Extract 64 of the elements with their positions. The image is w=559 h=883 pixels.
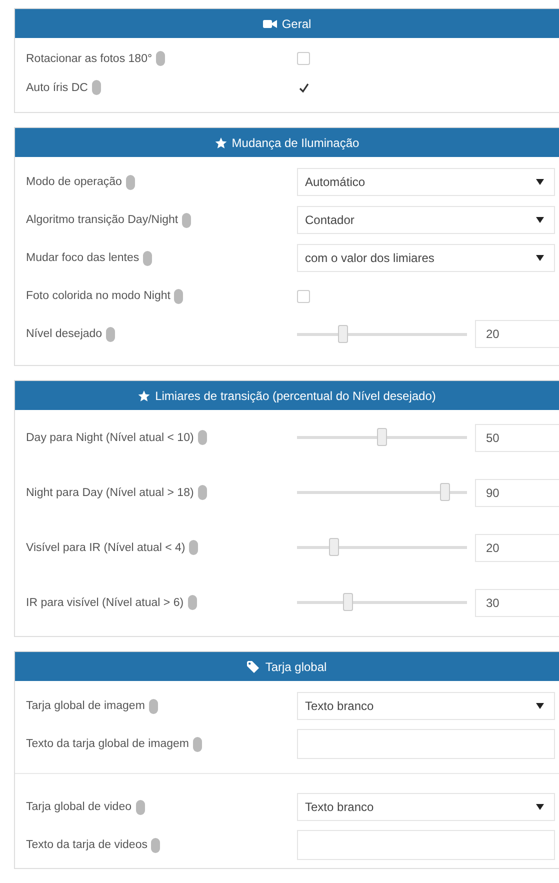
checkbox[interactable]	[297, 81, 310, 94]
help-icon	[188, 595, 197, 610]
dropdown[interactable]: Texto branco	[297, 793, 555, 821]
section-title: Mudança de Iluminação	[232, 136, 360, 150]
field-label: Rotacionar as fotos 180°	[26, 52, 152, 64]
field-label: Day para Night (Nível atual < 10)	[26, 432, 194, 444]
help-icon	[189, 540, 198, 555]
help-icon	[182, 212, 192, 228]
dropdown[interactable]: Contador	[297, 206, 555, 234]
field-label: Night para Day (Nível atual > 18)	[26, 486, 194, 498]
field-label: IR para visível (Nível atual > 6)	[26, 596, 184, 608]
number-field[interactable]: 20	[475, 534, 559, 562]
caret-icon	[536, 217, 544, 223]
caret-icon	[536, 255, 544, 261]
help-icon	[126, 174, 135, 190]
help-icon	[148, 698, 158, 714]
slider-thumb[interactable]	[343, 593, 353, 611]
section-title: Geral	[282, 16, 312, 30]
field-label: Modo de operação	[26, 176, 122, 188]
field-label: Texto da tarja de videos	[26, 839, 148, 851]
star-icon	[138, 390, 150, 402]
help-icon	[136, 800, 144, 814]
number-field[interactable]: 90	[475, 478, 559, 506]
check-icon	[298, 82, 308, 92]
checkbox[interactable]	[297, 290, 310, 302]
field-label: Tarja global de imagem	[26, 700, 145, 712]
field-label: Visível para IR (Nível atual < 4)	[26, 542, 186, 554]
number-field[interactable]: 50	[475, 424, 559, 452]
slider-thumb[interactable]	[377, 428, 387, 446]
slider-thumb[interactable]	[338, 324, 348, 342]
help-icon	[106, 326, 116, 342]
help-icon	[193, 736, 202, 752]
section-title: Limiares de transição (percentual do Nível desejado)	[155, 388, 436, 402]
caret-icon	[536, 179, 544, 185]
tag-icon	[247, 660, 260, 672]
help-icon	[174, 288, 184, 304]
field-label: Mudar foco das lentes	[26, 252, 140, 264]
dropdown[interactable]: Automático	[297, 168, 555, 196]
help-icon	[198, 485, 207, 500]
number-field[interactable]: 30	[475, 588, 559, 616]
field-label: Foto colorida no modo Night	[26, 290, 170, 302]
input-field[interactable]	[297, 729, 555, 759]
help-icon	[151, 838, 160, 852]
star-icon	[214, 136, 227, 148]
input-field[interactable]	[297, 830, 555, 860]
number-field[interactable]: 20	[475, 320, 559, 348]
caret-icon	[536, 804, 544, 810]
video-camera-icon	[262, 18, 277, 28]
slider-thumb[interactable]	[329, 538, 340, 556]
dropdown[interactable]: Texto branco	[297, 692, 555, 720]
section-title: Tarja global	[265, 660, 327, 674]
slider-thumb[interactable]	[440, 483, 450, 501]
help-icon	[198, 430, 207, 445]
field-label: Auto íris DC	[26, 82, 88, 94]
field-label: Texto da tarja global de imagem	[26, 738, 190, 750]
help-icon	[143, 250, 152, 266]
caret-icon	[536, 703, 544, 709]
help-icon	[156, 51, 166, 66]
field-label: Tarja global de video	[26, 801, 132, 813]
dropdown[interactable]: com o valor dos limiares	[297, 244, 555, 272]
help-icon	[92, 80, 101, 95]
field-label: Algoritmo transição Day/Night	[26, 214, 178, 226]
field-label: Nível desejado	[26, 328, 102, 340]
checkbox[interactable]	[297, 52, 310, 65]
